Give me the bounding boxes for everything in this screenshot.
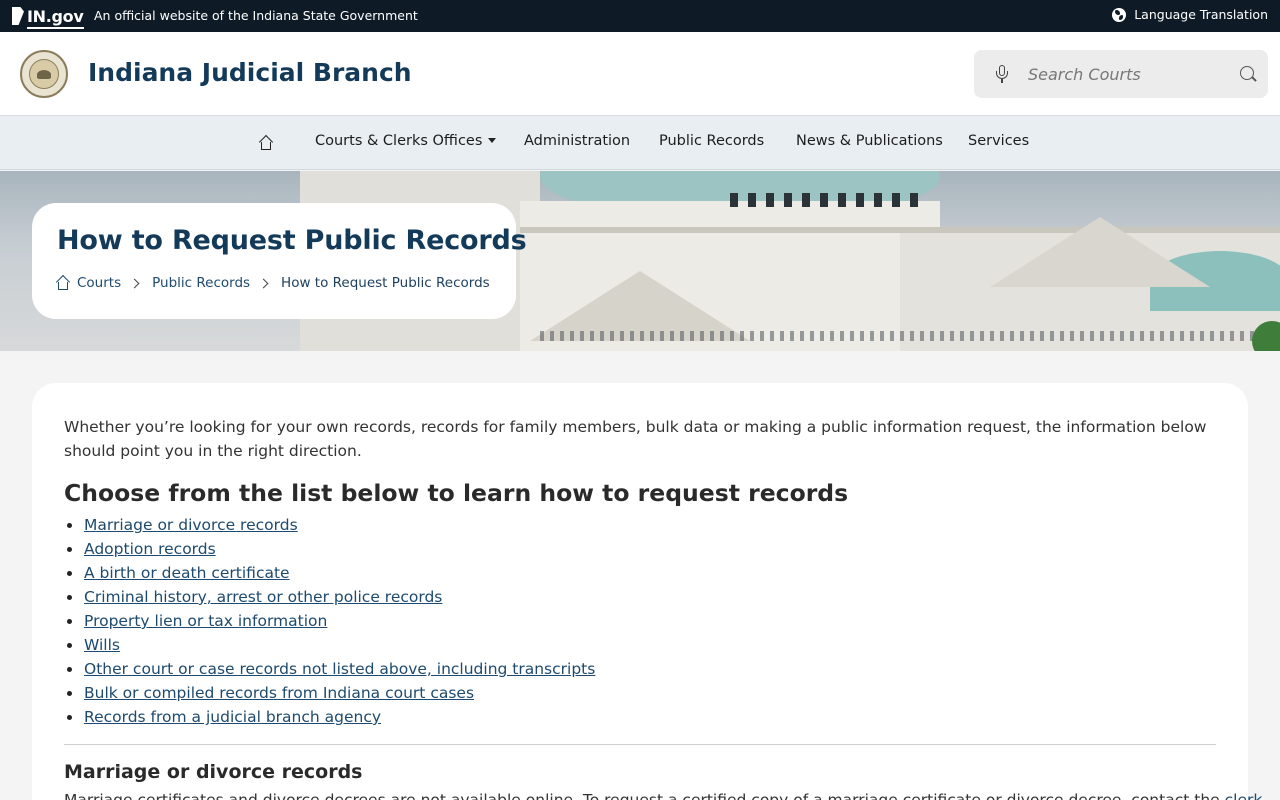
search-icon[interactable] [1240,66,1254,80]
breadcrumb-current: How to Request Public Records [281,275,490,291]
home-icon[interactable] [258,134,274,151]
list-item: Criminal history, arrest or other police… [64,585,595,609]
nav-public-records[interactable]: Public Records [659,133,764,149]
link-birth-death[interactable]: A birth or death certificate [84,564,290,582]
chevron-down-icon [488,137,497,143]
link-judicial-agency[interactable]: Records from a judicial branch agency [84,708,381,726]
section-paragraph: Marriage certificates and divorce decree… [64,791,1262,800]
list-item: Property lien or tax information [64,609,595,633]
ingov-logo[interactable]: IN.gov [12,6,84,29]
microphone-icon[interactable] [995,65,1009,83]
list-item: Bulk or compiled records from Indiana co… [64,681,595,705]
link-wills[interactable]: Wills [84,636,120,654]
breadcrumb-public-records[interactable]: Public Records [152,275,250,291]
list-item: Other court or case records not listed a… [64,657,595,681]
link-marriage-divorce[interactable]: Marriage or divorce records [84,516,298,534]
site-header: Indiana Judicial Branch [0,32,1280,116]
nav-courts-clerks-offices[interactable]: Courts & Clerks Offices [315,133,497,149]
globe-icon [1112,7,1127,22]
language-translation-label: Language Translation [1134,7,1268,22]
link-property-lien[interactable]: Property lien or tax information [84,612,327,630]
indiana-state-icon [12,7,24,25]
home-icon[interactable] [55,274,71,290]
main-content-card: Whether you’re looking for your own reco… [32,383,1262,800]
section-heading-marriage: Marriage or divorce records [64,761,363,783]
page-title-card: How to Request Public Records Courts Pub… [32,203,527,319]
link-other-court-records[interactable]: Other court or case records not listed a… [84,660,595,678]
nav-administration[interactable]: Administration [524,133,630,149]
list-item: Adoption records [64,537,595,561]
state-topbar: IN.gov An official website of the Indian… [0,0,1280,32]
clerk-link[interactable]: clerk [1225,791,1263,800]
list-item: A birth or death certificate [64,561,595,585]
link-adoption[interactable]: Adoption records [84,540,216,558]
nav-services[interactable]: Services [968,133,1029,149]
breadcrumb-courts[interactable]: Courts [77,275,121,291]
link-bulk-records[interactable]: Bulk or compiled records from Indiana co… [84,684,474,702]
nav-news-publications[interactable]: News & Publications [796,133,943,149]
records-link-list: Marriage or divorce records Adoption rec… [64,513,595,729]
section-divider [64,744,1216,745]
list-item: Records from a judicial branch agency [64,705,595,729]
list-item: Wills [64,633,595,657]
records-list-heading: Choose from the list below to learn how … [64,479,849,507]
state-seal-logo[interactable] [20,50,68,98]
page-title: How to Request Public Records [57,225,527,256]
official-website-notice: An official website of the Indiana State… [94,8,418,23]
nav-item-label: Courts & Clerks Offices [315,133,483,149]
search-input[interactable] [1028,60,1228,88]
link-criminal-history[interactable]: Criminal history, arrest or other police… [84,588,442,606]
language-translation-button[interactable]: Language Translation [1112,7,1268,22]
chevron-right-icon [129,278,140,288]
ingov-logo-text: IN.gov [27,6,84,29]
section-text: Marriage certificates and divorce decree… [64,791,1220,800]
site-title[interactable]: Indiana Judicial Branch [88,58,412,87]
breadcrumb: Courts Public Records How to Request Pub… [55,274,490,291]
chevron-right-icon [258,278,269,288]
list-item: Marriage or divorce records [64,513,595,537]
search-bar [974,50,1268,98]
intro-paragraph: Whether you’re looking for your own reco… [64,418,1207,460]
main-navigation: Courts & Clerks Offices Administration P… [0,116,1280,170]
